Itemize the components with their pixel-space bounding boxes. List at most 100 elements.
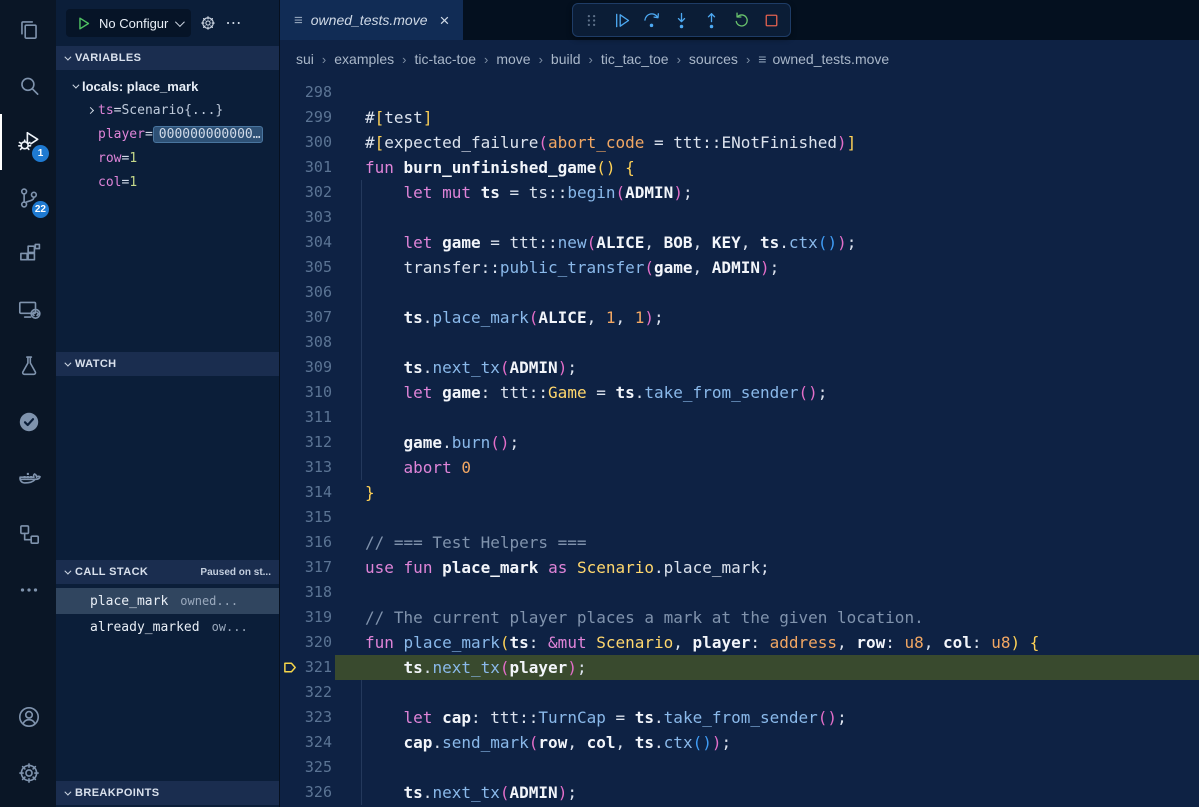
activity-item-testing[interactable]	[0, 338, 56, 394]
call-stack-section-header[interactable]: CALL STACK Paused on st...	[56, 560, 279, 584]
line-number[interactable]: 299	[280, 105, 335, 130]
line-number[interactable]: 313	[280, 455, 335, 480]
line-number[interactable]: 308	[280, 330, 335, 355]
breadcrumb-item-tic-tac-toe[interactable]: tic-tac-toe	[415, 51, 476, 67]
code-line-318[interactable]: 318	[280, 580, 1199, 605]
line-number[interactable]: 323	[280, 705, 335, 730]
line-number[interactable]: 314	[280, 480, 335, 505]
line-number[interactable]: 319	[280, 605, 335, 630]
code-line-313[interactable]: 313 abort 0	[280, 455, 1199, 480]
line-number[interactable]: 318	[280, 580, 335, 605]
code-line-324[interactable]: 324 cap.send_mark(row, col, ts.ctx());	[280, 730, 1199, 755]
variable-row-row[interactable]: row = 1	[56, 146, 279, 170]
start-debug-icon[interactable]	[75, 15, 92, 32]
code-line-304[interactable]: 304 let game = ttt::new(ALICE, BOB, KEY,…	[280, 230, 1199, 255]
code-line-303[interactable]: 303	[280, 205, 1199, 230]
code-line-311[interactable]: 311	[280, 405, 1199, 430]
code-editor[interactable]: 298299#[test]300#[expected_failure(abort…	[280, 78, 1199, 807]
line-number[interactable]: 320	[280, 630, 335, 655]
code-line-312[interactable]: 312 game.burn();	[280, 430, 1199, 455]
close-tab-icon[interactable]: ×	[440, 12, 450, 29]
continue-button[interactable]	[607, 6, 636, 34]
line-number[interactable]: 300	[280, 130, 335, 155]
line-number[interactable]: 298	[280, 80, 335, 105]
line-number[interactable]: 317	[280, 555, 335, 580]
breadcrumb-item-sources[interactable]: sources	[689, 51, 738, 67]
code-line-325[interactable]: 325	[280, 755, 1199, 780]
code-line-309[interactable]: 309 ts.next_tx(ADMIN);	[280, 355, 1199, 380]
breadcrumb-item-tic_tac_toe[interactable]: tic_tac_toe	[601, 51, 669, 67]
code-line-300[interactable]: 300#[expected_failure(abort_code = ttt::…	[280, 130, 1199, 155]
line-number[interactable]: 322	[280, 680, 335, 705]
activity-item-explorer[interactable]	[0, 2, 56, 58]
breakpoints-section-header[interactable]: BREAKPOINTS	[56, 781, 279, 805]
line-number[interactable]: 326	[280, 780, 335, 805]
activity-item-docker[interactable]	[0, 450, 56, 506]
step-into-button[interactable]	[667, 6, 696, 34]
code-line-320[interactable]: 320fun place_mark(ts: &mut Scenario, pla…	[280, 630, 1199, 655]
code-line-316[interactable]: 316// === Test Helpers ===	[280, 530, 1199, 555]
breadcrumb-item-owned_tests.move[interactable]: ≡owned_tests.move	[758, 51, 889, 67]
step-out-button[interactable]	[697, 6, 726, 34]
stop-button[interactable]	[757, 6, 786, 34]
breadcrumb-item-examples[interactable]: examples	[334, 51, 394, 67]
code-line-315[interactable]: 315	[280, 505, 1199, 530]
line-number[interactable]: 305	[280, 255, 335, 280]
code-line-305[interactable]: 305 transfer::public_transfer(game, ADMI…	[280, 255, 1199, 280]
activity-item-more-views[interactable]	[0, 562, 56, 618]
activity-item-settings[interactable]	[0, 745, 56, 801]
code-line-319[interactable]: 319// The current player places a mark a…	[280, 605, 1199, 630]
activity-item-hierarchy[interactable]	[0, 506, 56, 562]
line-number[interactable]: 307	[280, 305, 335, 330]
breadcrumb-item-sui[interactable]: sui	[296, 51, 314, 67]
breadcrumb-item-move[interactable]: move	[496, 51, 530, 67]
gripper-handle[interactable]	[577, 6, 606, 34]
variable-row-player[interactable]: player = 000000000000…	[56, 122, 279, 146]
tab-owned-tests-move[interactable]: ≡ owned_tests.move ×	[280, 0, 463, 40]
code-line-306[interactable]: 306	[280, 280, 1199, 305]
watch-section-header[interactable]: WATCH	[56, 352, 279, 376]
debug-settings-gear-icon[interactable]	[199, 14, 217, 32]
line-number[interactable]: 310	[280, 380, 335, 405]
line-number[interactable]: 324	[280, 730, 335, 755]
line-number[interactable]: 315	[280, 505, 335, 530]
variable-row-ts[interactable]: ts = Scenario{...}	[56, 98, 279, 122]
line-number[interactable]: 312	[280, 430, 335, 455]
activity-item-accounts[interactable]	[0, 689, 56, 745]
line-number[interactable]: 311	[280, 405, 335, 430]
code-line-314[interactable]: 314}	[280, 480, 1199, 505]
code-line-321[interactable]: 321 ts.next_tx(player);	[280, 655, 1199, 680]
line-number[interactable]: 303	[280, 205, 335, 230]
code-line-302[interactable]: 302 let mut ts = ts::begin(ADMIN);	[280, 180, 1199, 205]
activity-item-extensions[interactable]	[0, 226, 56, 282]
activity-item-remote-explorer[interactable]	[0, 282, 56, 338]
code-line-299[interactable]: 299#[test]	[280, 105, 1199, 130]
activity-item-search[interactable]	[0, 58, 56, 114]
call-stack-frame-place_mark[interactable]: place_markowned...	[56, 588, 279, 614]
code-line-317[interactable]: 317use fun place_mark as Scenario.place_…	[280, 555, 1199, 580]
line-number[interactable]: 316	[280, 530, 335, 555]
code-line-307[interactable]: 307 ts.place_mark(ALICE, 1, 1);	[280, 305, 1199, 330]
activity-item-source-control[interactable]: 22	[0, 170, 56, 226]
line-number[interactable]: 301	[280, 155, 335, 180]
variables-scope-row[interactable]: locals: place_mark	[56, 74, 279, 98]
line-number[interactable]: 302	[280, 180, 335, 205]
code-line-301[interactable]: 301fun burn_unfinished_game() {	[280, 155, 1199, 180]
activity-item-checks[interactable]	[0, 394, 56, 450]
code-line-308[interactable]: 308	[280, 330, 1199, 355]
launch-config-dropdown[interactable]: No Configur	[66, 9, 191, 37]
code-line-323[interactable]: 323 let cap: ttt::TurnCap = ts.take_from…	[280, 705, 1199, 730]
code-line-310[interactable]: 310 let game: ttt::Game = ts.take_from_s…	[280, 380, 1199, 405]
variables-section-header[interactable]: VARIABLES	[56, 46, 279, 70]
breadcrumb-item-build[interactable]: build	[551, 51, 581, 67]
step-over-button[interactable]	[637, 6, 666, 34]
line-number[interactable]: 306	[280, 280, 335, 305]
code-line-322[interactable]: 322	[280, 680, 1199, 705]
more-actions-icon[interactable]: ⋯	[225, 13, 242, 33]
call-stack-frame-already_marked[interactable]: already_markedow...	[56, 614, 279, 640]
code-line-298[interactable]: 298	[280, 80, 1199, 105]
line-number[interactable]: 304	[280, 230, 335, 255]
line-number[interactable]: 325	[280, 755, 335, 780]
activity-item-run-and-debug[interactable]: 1	[0, 114, 56, 170]
line-number[interactable]: 309	[280, 355, 335, 380]
